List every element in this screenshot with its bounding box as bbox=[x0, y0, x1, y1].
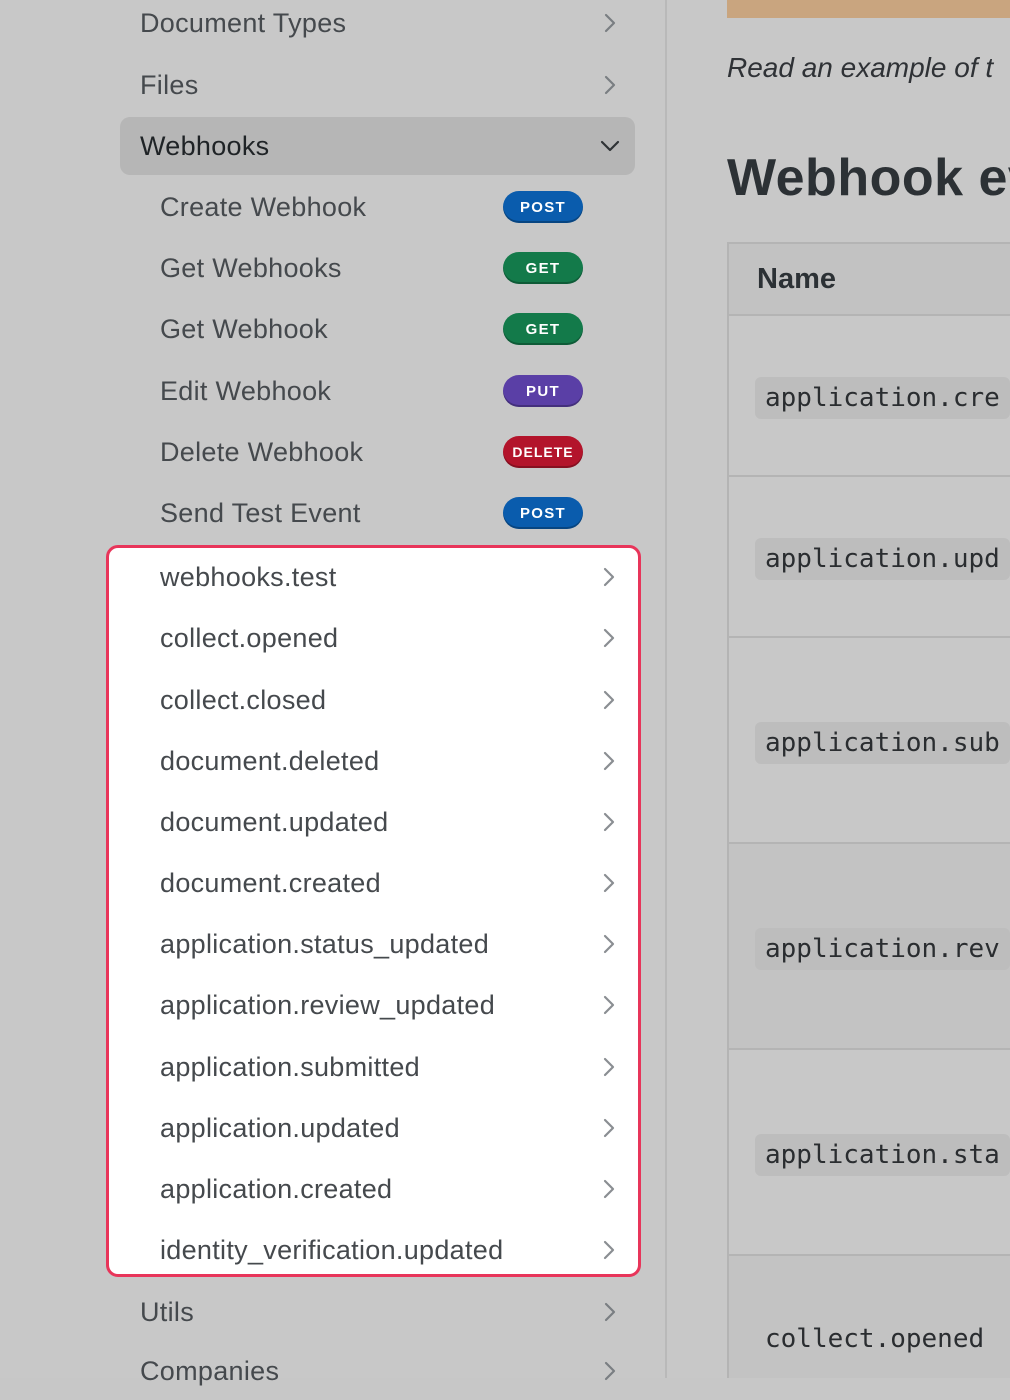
webhook-events-group: webhooks.test collect.opened collect.clo… bbox=[106, 545, 641, 1277]
table-row: application.cre bbox=[729, 316, 1010, 477]
event-item-document-created[interactable]: document.created bbox=[160, 854, 640, 912]
event-label: application.review_updated bbox=[160, 989, 496, 1020]
event-label: collect.closed bbox=[160, 684, 327, 715]
event-code: collect.opened bbox=[765, 1324, 985, 1354]
method-badge-get: GET bbox=[503, 313, 583, 345]
chevron-right-icon bbox=[598, 566, 620, 588]
method-badge-get: GET bbox=[503, 252, 583, 284]
sidebar-item-label: Document Types bbox=[140, 7, 347, 38]
event-item-collect-closed[interactable]: collect.closed bbox=[160, 671, 640, 729]
chevron-right-icon bbox=[598, 1056, 620, 1078]
event-item-application-updated[interactable]: application.updated bbox=[160, 1099, 640, 1157]
chevron-right-icon bbox=[598, 750, 620, 772]
main-content: Read an example of t Webhook ev Name app… bbox=[667, 0, 1010, 1378]
sidebar-item-webhooks[interactable]: Webhooks bbox=[120, 117, 635, 175]
sidebar-item-document-types[interactable]: Document Types bbox=[120, 0, 635, 52]
method-badge-post: POST bbox=[503, 497, 583, 529]
sidebar-item-utils[interactable]: Utils bbox=[120, 1283, 635, 1341]
sidebar-item-label: Companies bbox=[140, 1355, 280, 1386]
chevron-down-icon bbox=[599, 135, 621, 157]
sidebar-item-edit-webhook[interactable]: Edit Webhook PUT bbox=[140, 362, 590, 420]
event-item-application-submitted[interactable]: application.submitted bbox=[160, 1038, 640, 1096]
method-badge-delete: DELETE bbox=[503, 436, 583, 468]
method-badge-post: POST bbox=[503, 191, 583, 223]
event-item-document-updated[interactable]: document.updated bbox=[160, 793, 640, 851]
event-label: application.submitted bbox=[160, 1051, 420, 1082]
sidebar-item-companies[interactable]: Companies bbox=[120, 1342, 635, 1400]
event-item-collect-opened[interactable]: collect.opened bbox=[160, 609, 640, 667]
sidebar-item-label: Create Webhook bbox=[160, 191, 367, 222]
chevron-right-icon bbox=[598, 933, 620, 955]
sidebar-item-get-webhook[interactable]: Get Webhook GET bbox=[140, 300, 590, 358]
sidebar-item-files[interactable]: Files bbox=[120, 56, 635, 114]
event-item-webhooks-test[interactable]: webhooks.test bbox=[160, 548, 640, 606]
chevron-right-icon bbox=[598, 1178, 620, 1200]
event-label: document.updated bbox=[160, 806, 389, 837]
table-row: application.rev bbox=[729, 844, 1010, 1050]
events-table: Name application.cre application.upd app… bbox=[727, 242, 1010, 1378]
chevron-right-icon bbox=[599, 1360, 621, 1382]
table-row: application.upd bbox=[729, 477, 1010, 638]
event-item-application-review-updated[interactable]: application.review_updated bbox=[160, 976, 640, 1034]
sidebar: Document Types Files Webhooks Create Web… bbox=[0, 0, 666, 1386]
chevron-right-icon bbox=[598, 689, 620, 711]
sidebar-item-delete-webhook[interactable]: Delete Webhook DELETE bbox=[140, 423, 590, 481]
sidebar-item-create-webhook[interactable]: Create Webhook POST bbox=[140, 178, 590, 236]
chevron-right-icon bbox=[599, 74, 621, 96]
event-item-identity-verification-updated[interactable]: identity_verification.updated bbox=[160, 1221, 640, 1279]
sidebar-item-label: Get Webhook bbox=[160, 313, 328, 344]
sidebar-item-label: Delete Webhook bbox=[160, 436, 364, 467]
sidebar-item-label: Utils bbox=[140, 1296, 194, 1327]
event-code: application.cre bbox=[755, 377, 1010, 419]
event-label: document.created bbox=[160, 867, 381, 898]
method-badge-put: PUT bbox=[503, 375, 583, 407]
callout-banner bbox=[727, 0, 1010, 18]
sidebar-item-label: Send Test Event bbox=[160, 497, 361, 528]
event-label: collect.opened bbox=[160, 622, 339, 653]
sidebar-item-label: Webhooks bbox=[140, 130, 270, 161]
event-code: application.sta bbox=[755, 1134, 1010, 1176]
sidebar-item-label: Files bbox=[140, 69, 199, 100]
chevron-right-icon bbox=[598, 811, 620, 833]
event-item-application-status-updated[interactable]: application.status_updated bbox=[160, 915, 640, 973]
chevron-right-icon bbox=[599, 12, 621, 34]
intro-text: Read an example of t bbox=[727, 52, 994, 83]
event-item-document-deleted[interactable]: document.deleted bbox=[160, 732, 640, 790]
event-label: application.updated bbox=[160, 1112, 400, 1143]
table-row: application.sub bbox=[729, 638, 1010, 844]
chevron-right-icon bbox=[598, 1117, 620, 1139]
event-code: application.sub bbox=[755, 722, 1010, 764]
event-code: application.upd bbox=[755, 538, 1010, 580]
chevron-right-icon bbox=[598, 627, 620, 649]
sidebar-item-send-test-event[interactable]: Send Test Event POST bbox=[140, 484, 590, 542]
chevron-right-icon bbox=[598, 994, 620, 1016]
chevron-right-icon bbox=[598, 872, 620, 894]
sidebar-item-label: Edit Webhook bbox=[160, 375, 332, 406]
table-row: collect.opened bbox=[729, 1256, 1010, 1378]
event-label: application.status_updated bbox=[160, 928, 490, 959]
section-heading: Webhook ev bbox=[727, 149, 1010, 207]
sidebar-item-get-webhooks[interactable]: Get Webhooks GET bbox=[140, 239, 590, 297]
event-code: application.rev bbox=[755, 928, 1010, 970]
chevron-right-icon bbox=[598, 1239, 620, 1261]
event-label: document.deleted bbox=[160, 745, 380, 776]
sidebar-item-label: Get Webhooks bbox=[160, 252, 342, 283]
table-header-name: Name bbox=[729, 244, 1010, 316]
event-label: identity_verification.updated bbox=[160, 1234, 504, 1265]
event-item-application-created[interactable]: application.created bbox=[160, 1160, 640, 1218]
event-label: webhooks.test bbox=[160, 561, 337, 592]
chevron-right-icon bbox=[599, 1301, 621, 1323]
table-row: application.sta bbox=[729, 1050, 1010, 1256]
event-label: application.created bbox=[160, 1173, 393, 1204]
